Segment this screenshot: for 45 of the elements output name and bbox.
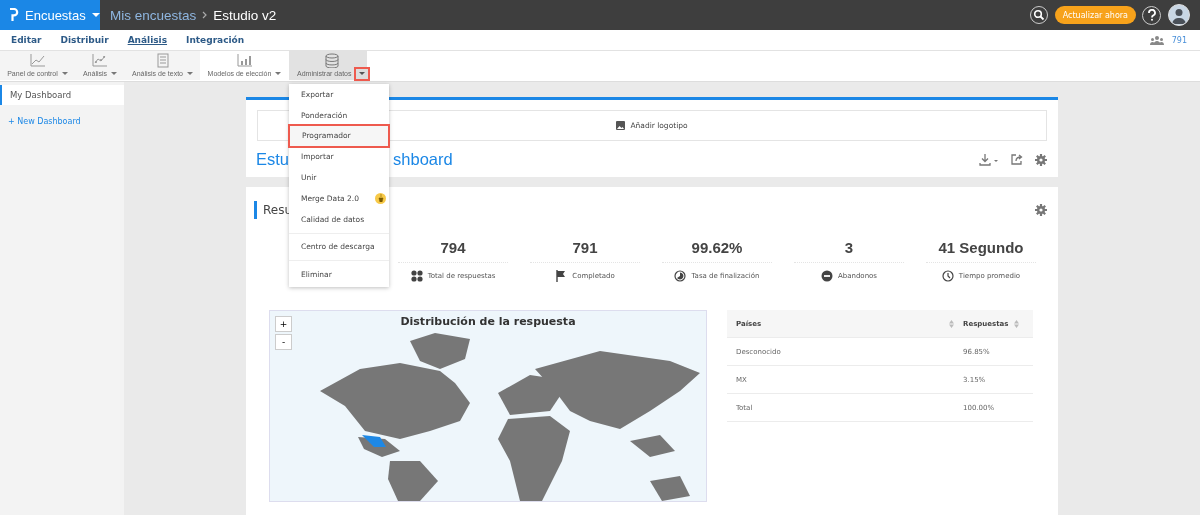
caret-icon[interactable] — [275, 71, 282, 76]
respondent-count: 791 — [1171, 35, 1187, 45]
database-icon — [324, 53, 340, 68]
zoom-out-button[interactable]: - — [275, 334, 292, 350]
dashboard-title: Estu — [256, 150, 290, 169]
survey-name: Estudio v2 — [213, 7, 277, 23]
caret-icon[interactable] — [356, 69, 368, 79]
document-icon — [154, 53, 171, 68]
avatar-icon[interactable] — [1168, 4, 1190, 26]
nav-tab[interactable]: Integración — [186, 34, 245, 46]
flag-icon — [555, 270, 568, 282]
stat-value: 3 — [794, 239, 904, 263]
stat-value: 794 — [398, 239, 508, 263]
sidebar-item[interactable]: My Dashboard — [0, 85, 124, 105]
nav-tab[interactable]: Editar — [11, 34, 42, 46]
share-icon[interactable] — [1011, 154, 1023, 165]
scatter-chart-icon — [92, 53, 108, 68]
brand-menu[interactable]: Encuestas — [0, 0, 100, 30]
chevron-icon — [202, 11, 208, 19]
logo[interactable] — [9, 8, 19, 22]
people-icon — [1149, 35, 1164, 45]
minus-circle-icon — [820, 270, 833, 282]
stat-value: 99.62% — [662, 239, 772, 263]
breadcrumb-link[interactable]: Mis encuestas — [110, 7, 197, 23]
caret-icon[interactable] — [91, 12, 100, 18]
new-dashboard-link[interactable]: + New Dashboard — [0, 105, 124, 138]
stat-value: 41 Segundo — [926, 239, 1036, 263]
caret-icon[interactable] — [61, 71, 68, 76]
clock-icon — [941, 270, 954, 282]
bar-chart-icon — [236, 53, 253, 68]
nav-tab[interactable]: Distribuir — [60, 34, 109, 46]
nav-tab[interactable]: Análisis — [127, 34, 168, 46]
caret-icon[interactable] — [111, 71, 118, 76]
zoom-in-button[interactable]: + — [275, 316, 292, 332]
stat-value: 791 — [530, 239, 640, 263]
line-chart-icon — [29, 53, 46, 68]
caret-icon[interactable] — [187, 71, 193, 76]
map-title: Distribución de la respuesta — [400, 315, 576, 328]
dashboard-title: shboard — [393, 150, 453, 169]
settings-icon[interactable] — [1035, 153, 1047, 166]
image-icon — [616, 121, 626, 130]
settings-icon[interactable] — [1035, 204, 1047, 216]
grid-dots-icon — [410, 270, 423, 282]
pie-chart-icon — [674, 270, 687, 282]
download-icon[interactable] — [979, 153, 999, 166]
